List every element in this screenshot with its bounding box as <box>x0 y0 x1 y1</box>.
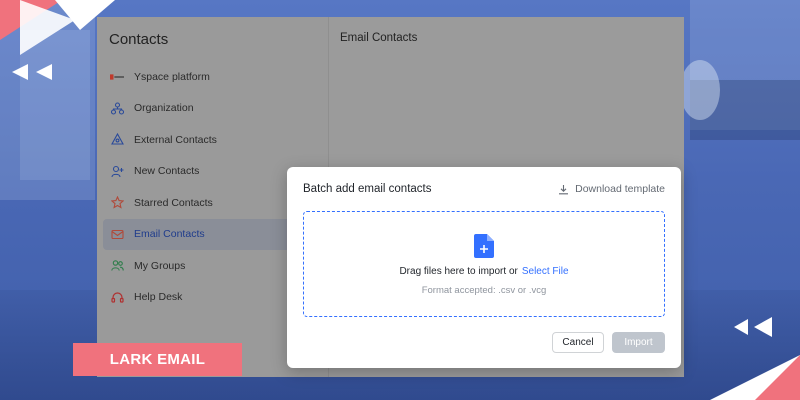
file-add-icon <box>474 234 494 258</box>
star-icon <box>110 196 124 210</box>
sidebar-item-label: Help Desk <box>134 291 183 304</box>
drop-instruction: Drag files here to import or <box>399 266 518 277</box>
organization-icon <box>110 101 124 115</box>
sidebar-item-yspace-platform[interactable]: Yspace platform <box>103 61 328 93</box>
dialog-title: Batch add email contacts <box>303 183 432 195</box>
import-button[interactable]: Import <box>612 332 665 353</box>
sidebar-item-organization[interactable]: Organization <box>103 93 328 125</box>
help-desk-icon <box>110 290 124 304</box>
download-template-link[interactable]: Download template <box>558 183 665 195</box>
format-hint: Format accepted: .csv or .vcg <box>421 285 547 296</box>
sidebar-item-label: External Contacts <box>134 133 217 146</box>
sidebar-item-label: Email Contacts <box>134 228 205 241</box>
yspace-logo-icon <box>110 70 124 84</box>
sidebar-item-label: My Groups <box>134 259 186 272</box>
batch-add-dialog: Batch add email contacts Download templa… <box>287 167 681 368</box>
external-contacts-icon <box>110 133 124 147</box>
add-user-icon <box>110 164 124 178</box>
sidebar-item-label: Organization <box>134 102 194 115</box>
download-template-label: Download template <box>575 183 665 195</box>
download-icon <box>559 184 569 194</box>
sidebar-item-label: Starred Contacts <box>134 196 213 209</box>
file-dropzone[interactable]: Drag files here to import or Select File … <box>303 211 665 317</box>
lark-email-badge: LARK EMAIL <box>73 343 242 376</box>
sidebar-item-label: Yspace platform <box>134 70 210 83</box>
groups-icon <box>110 259 124 273</box>
page-title: Email Contacts <box>340 32 418 44</box>
sidebar-item-label: New Contacts <box>134 165 200 178</box>
corner-decoration-bottom-right <box>710 317 800 400</box>
select-file-link[interactable]: Select File <box>522 266 569 277</box>
cancel-button[interactable]: Cancel <box>552 332 604 353</box>
dropzone-text: Drag files here to import or Select File <box>304 266 664 277</box>
sidebar-title: Contacts <box>109 31 169 48</box>
sidebar-item-external-contacts[interactable]: External Contacts <box>103 124 328 156</box>
email-icon <box>110 227 124 241</box>
